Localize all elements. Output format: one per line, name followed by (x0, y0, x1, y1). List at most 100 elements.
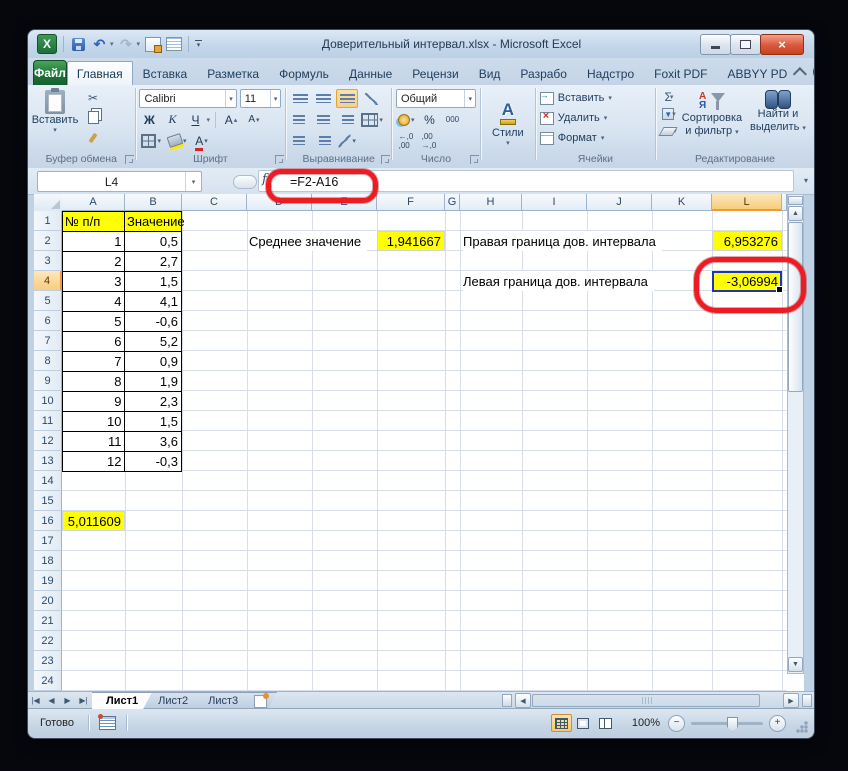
cell-index[interactable]: 8 (63, 372, 125, 392)
cell-value[interactable]: 1,5 (125, 272, 182, 292)
align-bottom-button[interactable] (336, 89, 358, 108)
underline-button[interactable]: Ч (185, 111, 205, 128)
column-header-i[interactable]: I (522, 194, 587, 211)
alignment-dialog-launcher[interactable] (381, 155, 390, 164)
row-header[interactable]: 21 (34, 611, 62, 631)
column-header-d[interactable]: D (247, 194, 312, 211)
customize-qat-button[interactable]: ▾ (195, 40, 202, 48)
format-cells-button[interactable]: Формат▾ (540, 128, 651, 148)
cell-index[interactable]: 2 (63, 252, 125, 272)
column-header-k[interactable]: K (652, 194, 712, 211)
restore-button[interactable] (730, 34, 761, 55)
increase-font-button[interactable]: A▴ (221, 111, 241, 128)
cell-value[interactable]: 2,3 (125, 392, 182, 412)
italic-button[interactable]: К (162, 111, 182, 128)
tab-file[interactable]: Файл (33, 60, 67, 85)
minimize-button[interactable] (700, 34, 731, 55)
horizontal-split-handle[interactable] (502, 694, 512, 707)
row-header[interactable]: 20 (34, 591, 62, 611)
cell-h2-label[interactable]: Правая граница дов. интервала (463, 231, 662, 251)
cell-value[interactable]: 1,5 (125, 412, 182, 432)
sheet-tab-1[interactable]: Лист1 (92, 692, 152, 709)
cell-value[interactable]: -0,3 (125, 452, 182, 472)
row-header[interactable]: 24 (34, 671, 62, 691)
redo-button[interactable]: ↷ (118, 36, 135, 53)
increase-indent-button[interactable] (313, 132, 333, 149)
tab-addins[interactable]: Надстро (577, 61, 644, 85)
page-layout-view-button[interactable] (573, 714, 594, 732)
scroll-left-arrow[interactable]: ◀ (515, 693, 531, 708)
tab-data[interactable]: Данные (339, 61, 402, 85)
cell-index[interactable]: 12 (63, 452, 125, 472)
cell-value[interactable]: 4,1 (125, 292, 182, 312)
macro-record-icon[interactable] (99, 716, 116, 730)
row-header[interactable]: 4 (34, 271, 62, 291)
percent-format-button[interactable]: % (419, 111, 439, 128)
merge-center-button[interactable]: ▾ (359, 111, 385, 128)
column-header-e[interactable]: E (312, 194, 377, 211)
tab-formulas[interactable]: Формуль (269, 61, 339, 85)
currency-format-button[interactable]: ▾ (396, 111, 417, 128)
font-color-button[interactable]: А▾ (191, 132, 211, 149)
page-break-view-button[interactable] (595, 714, 616, 732)
cell-f2-mean-value[interactable]: 1,941667 (377, 231, 445, 251)
cell-index[interactable]: 11 (63, 432, 125, 452)
row-header[interactable]: 19 (34, 571, 62, 591)
cell-value[interactable]: -0,6 (125, 312, 182, 332)
clipboard-dialog-launcher[interactable] (125, 155, 134, 164)
horizontal-scroll-thumb[interactable] (532, 694, 760, 707)
cell-index[interactable]: 7 (63, 352, 125, 372)
row-header[interactable]: 14 (34, 471, 62, 491)
sheet-tab-2[interactable]: Лист2 (144, 692, 202, 709)
find-select-button[interactable]: Найти и выделить ▾ (746, 88, 810, 139)
decrease-font-button[interactable]: A▾ (244, 111, 264, 128)
insert-function-button[interactable]: fx (262, 172, 272, 190)
first-sheet-button[interactable]: |◀ (28, 692, 44, 709)
align-top-button[interactable] (290, 90, 310, 107)
cell-index[interactable]: 9 (63, 392, 125, 412)
horizontal-split-handle-2[interactable] (802, 694, 812, 707)
insert-cells-button[interactable]: Вставить▾ (540, 88, 651, 108)
increase-decimal-button[interactable]: ←,0,00 (396, 132, 416, 149)
cell-index[interactable]: 3 (63, 272, 125, 292)
zoom-in-button[interactable]: + (769, 715, 786, 732)
last-sheet-button[interactable]: ▶| (76, 692, 92, 709)
undo-button[interactable]: ↶ (91, 36, 108, 53)
row-header[interactable]: 17 (34, 531, 62, 551)
cell-index[interactable]: 6 (63, 332, 125, 352)
cell-value[interactable]: 5,2 (125, 332, 182, 352)
name-box[interactable]: L4 ▾ (37, 171, 202, 192)
font-dialog-launcher[interactable] (275, 155, 284, 164)
zoom-slider-track[interactable] (691, 722, 763, 725)
cell-l4-active-left-bound-value[interactable]: -3,06994 (712, 271, 782, 292)
cell-value[interactable]: 2,7 (125, 252, 182, 272)
tab-foxit[interactable]: Foxit PDF (644, 61, 717, 85)
cell-value[interactable]: 0,9 (125, 352, 182, 372)
cut-button[interactable]: ✂ (82, 88, 104, 107)
styles-button[interactable]: A Стили ▾ (485, 88, 531, 160)
format-painter-button[interactable] (82, 128, 104, 147)
number-dialog-launcher[interactable] (470, 155, 479, 164)
normal-view-button[interactable] (551, 714, 572, 732)
bold-button[interactable]: Ж (139, 111, 159, 128)
next-sheet-button[interactable]: ▶ (60, 692, 76, 709)
row-header[interactable]: 10 (34, 391, 62, 411)
help-button[interactable]: ? (813, 63, 814, 81)
column-header-b[interactable]: B (125, 194, 182, 211)
qat-custom-button-2[interactable] (165, 36, 182, 53)
scroll-right-arrow[interactable]: ▶ (783, 693, 799, 708)
cell-value[interactable]: 1,9 (125, 372, 182, 392)
cell-a16-value[interactable]: 5,011609 (62, 511, 125, 531)
copy-button[interactable] (82, 108, 104, 127)
scroll-down-arrow[interactable]: ▼ (788, 657, 803, 672)
row-header[interactable]: 11 (34, 411, 62, 431)
cell-a1[interactable]: № п/п (63, 212, 125, 232)
vertical-split-handle[interactable] (788, 196, 803, 205)
scroll-up-arrow[interactable]: ▲ (788, 206, 803, 221)
paste-button[interactable]: Вставить ▾ (32, 88, 78, 150)
row-header[interactable]: 15 (34, 491, 62, 511)
row-header[interactable]: 9 (34, 371, 62, 391)
decrease-indent-button[interactable] (290, 132, 310, 149)
cell-d2-label[interactable]: Среднее значение (249, 231, 367, 251)
zoom-slider-thumb[interactable] (727, 717, 738, 732)
